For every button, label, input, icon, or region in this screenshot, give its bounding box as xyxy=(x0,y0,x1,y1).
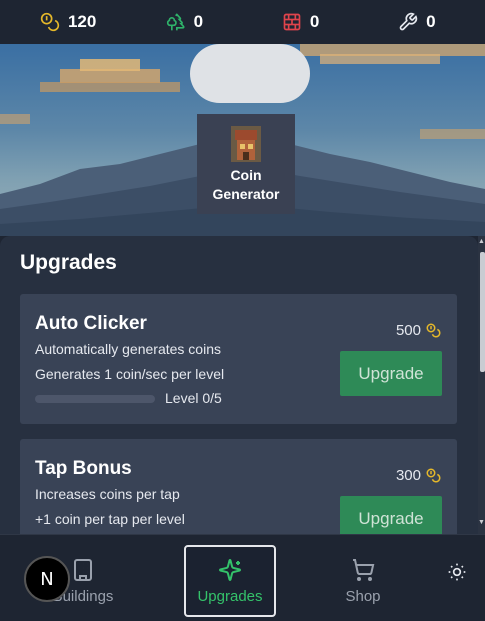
building-coin-generator[interactable]: Coin Generator xyxy=(197,114,295,214)
upgrade-card-auto-clicker: Auto Clicker Automatically generates coi… xyxy=(20,294,457,424)
coins-icon xyxy=(426,468,441,483)
building-name: Coin Generator xyxy=(213,166,280,204)
resource-bar: 120 0 0 0 xyxy=(0,0,485,44)
coins-resource: 120 xyxy=(38,12,98,32)
upgrade-description: Automatically generates coins xyxy=(35,341,221,357)
bricks-count: 0 xyxy=(309,12,320,31)
bottom-navigation: Buildings Upgrades Shop xyxy=(0,534,485,621)
building-name-line2: Generator xyxy=(212,186,280,202)
coins-icon xyxy=(426,323,441,338)
cost-value: 500 xyxy=(395,322,421,339)
theme-toggle-button[interactable] xyxy=(445,560,469,584)
tools-resource: 0 xyxy=(387,12,447,32)
brick-wall-icon xyxy=(283,13,301,31)
building-icon xyxy=(74,558,92,581)
nav-upgrades-label: Upgrades xyxy=(197,587,263,605)
trees-icon xyxy=(166,13,185,31)
nav-shop-label: Shop xyxy=(345,587,381,605)
upgrade-cost: 500 xyxy=(396,322,441,339)
upgrade-title: Auto Clicker xyxy=(35,313,147,334)
upgrade-rate: Generates 1 coin/sec per level xyxy=(35,366,225,382)
house-sprite-icon xyxy=(231,126,261,162)
level-text: Level 0/5 xyxy=(165,390,222,406)
dev-tools-badge[interactable]: N xyxy=(24,556,70,602)
wrench-icon xyxy=(399,12,418,31)
nav-upgrades[interactable]: Upgrades xyxy=(184,545,276,617)
coins-count: 120 xyxy=(67,12,97,31)
scrollbar-thumb[interactable] xyxy=(480,252,485,372)
scroll-up-arrow[interactable]: ▲ xyxy=(478,238,485,246)
upgrades-panel: Upgrades Auto Clicker Automatically gene… xyxy=(0,236,478,534)
sparkles-icon xyxy=(219,558,241,581)
wood-resource: 0 xyxy=(154,12,214,32)
bricks-resource: 0 xyxy=(271,12,331,32)
game-scene: Coin Generator xyxy=(0,44,485,236)
cost-value: 300 xyxy=(395,467,421,484)
wood-count: 0 xyxy=(193,12,204,31)
upgrade-button[interactable]: Upgrade xyxy=(340,496,442,534)
sun-icon xyxy=(448,563,466,581)
cart-icon xyxy=(353,558,375,581)
upgrade-button[interactable]: Upgrade xyxy=(340,351,442,396)
upgrade-title: Tap Bonus xyxy=(35,458,132,479)
nav-shop[interactable]: Shop xyxy=(317,545,409,617)
panel-title: Upgrades xyxy=(20,251,117,274)
upgrade-description: Increases coins per tap xyxy=(35,486,180,502)
app-root: 120 0 0 0 Coin Generator Upgrades Auto C… xyxy=(0,0,485,621)
building-name-line1: Coin xyxy=(230,167,262,183)
upgrade-rate: +1 coin per tap per level xyxy=(35,511,185,527)
upgrade-cost: 300 xyxy=(396,467,441,484)
level-progress-bar xyxy=(35,395,155,403)
scroll-down-arrow[interactable]: ▼ xyxy=(478,519,485,527)
upgrade-card-tap-bonus: Tap Bonus Increases coins per tap +1 coi… xyxy=(20,439,457,534)
coins-icon xyxy=(40,12,60,32)
cloud-pill xyxy=(190,44,310,103)
tools-count: 0 xyxy=(426,12,436,31)
